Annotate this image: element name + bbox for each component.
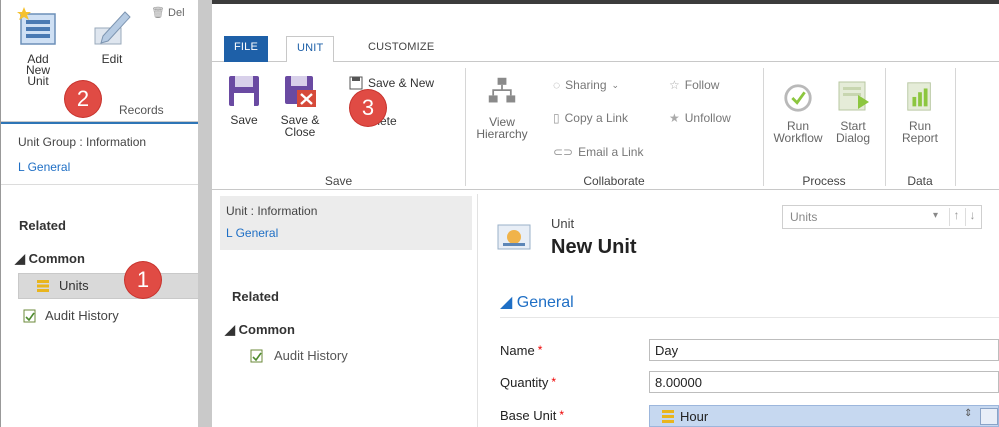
divider xyxy=(465,68,466,186)
audit-history-icon xyxy=(23,309,36,323)
follow-button[interactable]: ☆ Follow xyxy=(669,78,719,92)
chevron-down-icon: ⌄ xyxy=(611,79,620,90)
sharing-icon: ◌ xyxy=(553,78,561,92)
hierarchy-icon xyxy=(488,77,516,103)
background-window: Add New Unit Edit 🗑 Del Records Unit Gro… xyxy=(0,0,210,427)
base-unit-lookup[interactable]: Hour ⇕ xyxy=(649,405,999,427)
tab-customize[interactable]: CUSTOMIZE xyxy=(358,36,444,63)
base-unit-value: Hour xyxy=(680,409,709,424)
save-group-label: Save xyxy=(324,174,353,188)
required-marker: * xyxy=(551,375,557,389)
callout-badge-2: 2 xyxy=(65,81,101,117)
tab-file[interactable]: FILE xyxy=(224,36,269,62)
sharing-button[interactable]: ◌ Sharing ⌄ xyxy=(553,78,619,92)
trash-icon: 🗑 xyxy=(151,7,165,19)
required-marker: * xyxy=(537,343,543,357)
quantity-label: Quantity * xyxy=(500,375,557,390)
collaborate-group-label: Collaborate xyxy=(583,174,645,188)
unfollow-button[interactable]: ★ Unfollow xyxy=(669,111,731,125)
copy-icon: ▯ xyxy=(553,111,560,125)
arrow-down-icon[interactable]: ↓ xyxy=(965,208,979,226)
dialog-icon xyxy=(838,81,869,111)
divider xyxy=(885,68,886,186)
background-nav-general-link[interactable]: L General xyxy=(18,160,70,174)
save-close-icon xyxy=(285,76,316,107)
background-nav-title: Unit Group : Information xyxy=(18,135,147,149)
record-set-label: Units xyxy=(790,210,818,224)
link-icon: ⊂⊃ xyxy=(553,145,574,159)
required-marker: * xyxy=(559,408,565,422)
process-group-label: Process xyxy=(802,174,846,188)
units-icon xyxy=(662,410,674,423)
star-icon: ★ xyxy=(669,111,680,125)
copy-link-button[interactable]: ▯ Copy a Link xyxy=(553,111,628,125)
star-outline-icon: ☆ xyxy=(669,78,680,92)
divider xyxy=(1,184,209,185)
background-nav-audit-history[interactable]: Audit History xyxy=(23,308,119,323)
nav-common-heading[interactable]: ◢ Common xyxy=(225,322,295,338)
records-group-label: Records xyxy=(119,103,164,117)
front-window: FILE UNIT CUSTOMIZE Save Save & Close Sa… xyxy=(212,0,999,427)
form-title: New Unit xyxy=(551,236,637,258)
background-nav-units-item[interactable]: Units xyxy=(18,273,201,299)
add-new-unit-button[interactable]: Add New Unit xyxy=(15,6,61,87)
base-unit-label: Base Unit * xyxy=(500,408,565,423)
callout-badge-1: 1 xyxy=(125,262,161,298)
background-ribbon: Add New Unit Edit 🗑 Del Records xyxy=(1,0,209,122)
divider xyxy=(763,68,764,186)
arrow-up-icon[interactable]: ↑ xyxy=(949,208,963,226)
data-group-label: Data xyxy=(907,174,933,188)
ribbon-tab-bar: FILE UNIT CUSTOMIZE xyxy=(212,32,999,64)
name-label: Name * xyxy=(500,343,543,358)
edit-button[interactable]: Edit xyxy=(89,6,135,65)
nav-audit-history[interactable]: Audit History xyxy=(250,348,348,363)
audit-history-icon xyxy=(250,349,263,362)
lookup-search-icon[interactable] xyxy=(980,408,998,425)
chevron-down-icon: ▾ xyxy=(933,210,939,221)
unit-entity-icon xyxy=(497,224,531,250)
email-link-button[interactable]: ⊂⊃ Email a Link xyxy=(553,145,643,159)
units-icon xyxy=(37,280,49,292)
record-set-selector[interactable]: Units ▾ ↑ ↓ xyxy=(782,205,982,229)
save-close-button[interactable]: Save & Close xyxy=(278,74,322,138)
divider xyxy=(477,194,478,427)
delete-button-truncated[interactable]: 🗑 Del xyxy=(151,6,185,19)
background-ribbon-accent xyxy=(1,122,209,124)
workflow-icon xyxy=(784,84,812,112)
edit-icon xyxy=(94,11,131,45)
divider xyxy=(500,317,999,318)
callout-badge-3: 3 xyxy=(350,90,386,126)
quantity-field[interactable]: 8.00000 xyxy=(649,371,999,393)
nav-related-heading: Related xyxy=(232,289,279,304)
view-hierarchy-button[interactable]: View Hierarchy xyxy=(474,74,530,140)
run-report-button[interactable]: Run Report xyxy=(896,78,944,144)
nav-title: Unit : Information xyxy=(226,204,318,218)
background-related-heading: Related xyxy=(19,218,66,233)
save-button[interactable]: Save xyxy=(224,74,264,126)
add-new-unit-icon xyxy=(17,7,56,45)
nav-general-link[interactable]: L General xyxy=(226,226,278,240)
background-common-heading[interactable]: ◢ Common xyxy=(15,251,85,267)
name-field[interactable]: Day xyxy=(649,339,999,361)
floppy-icon xyxy=(229,76,259,106)
start-dialog-button[interactable]: Start Dialog xyxy=(828,78,878,144)
ribbon: Save Save & Close Save & New Delete Save xyxy=(212,62,999,190)
run-workflow-button[interactable]: Run Workflow xyxy=(772,82,824,144)
tab-unit[interactable]: UNIT xyxy=(286,36,335,64)
save-new-button[interactable]: Save & New xyxy=(349,76,434,90)
report-icon xyxy=(907,82,931,111)
save-new-icon xyxy=(349,76,363,90)
units-label: Units xyxy=(59,278,89,293)
section-general-heading[interactable]: ◢ General xyxy=(500,292,574,312)
spinner-icon[interactable]: ⇕ xyxy=(964,408,972,419)
divider xyxy=(955,68,956,186)
form-entity-name: Unit xyxy=(551,216,575,231)
